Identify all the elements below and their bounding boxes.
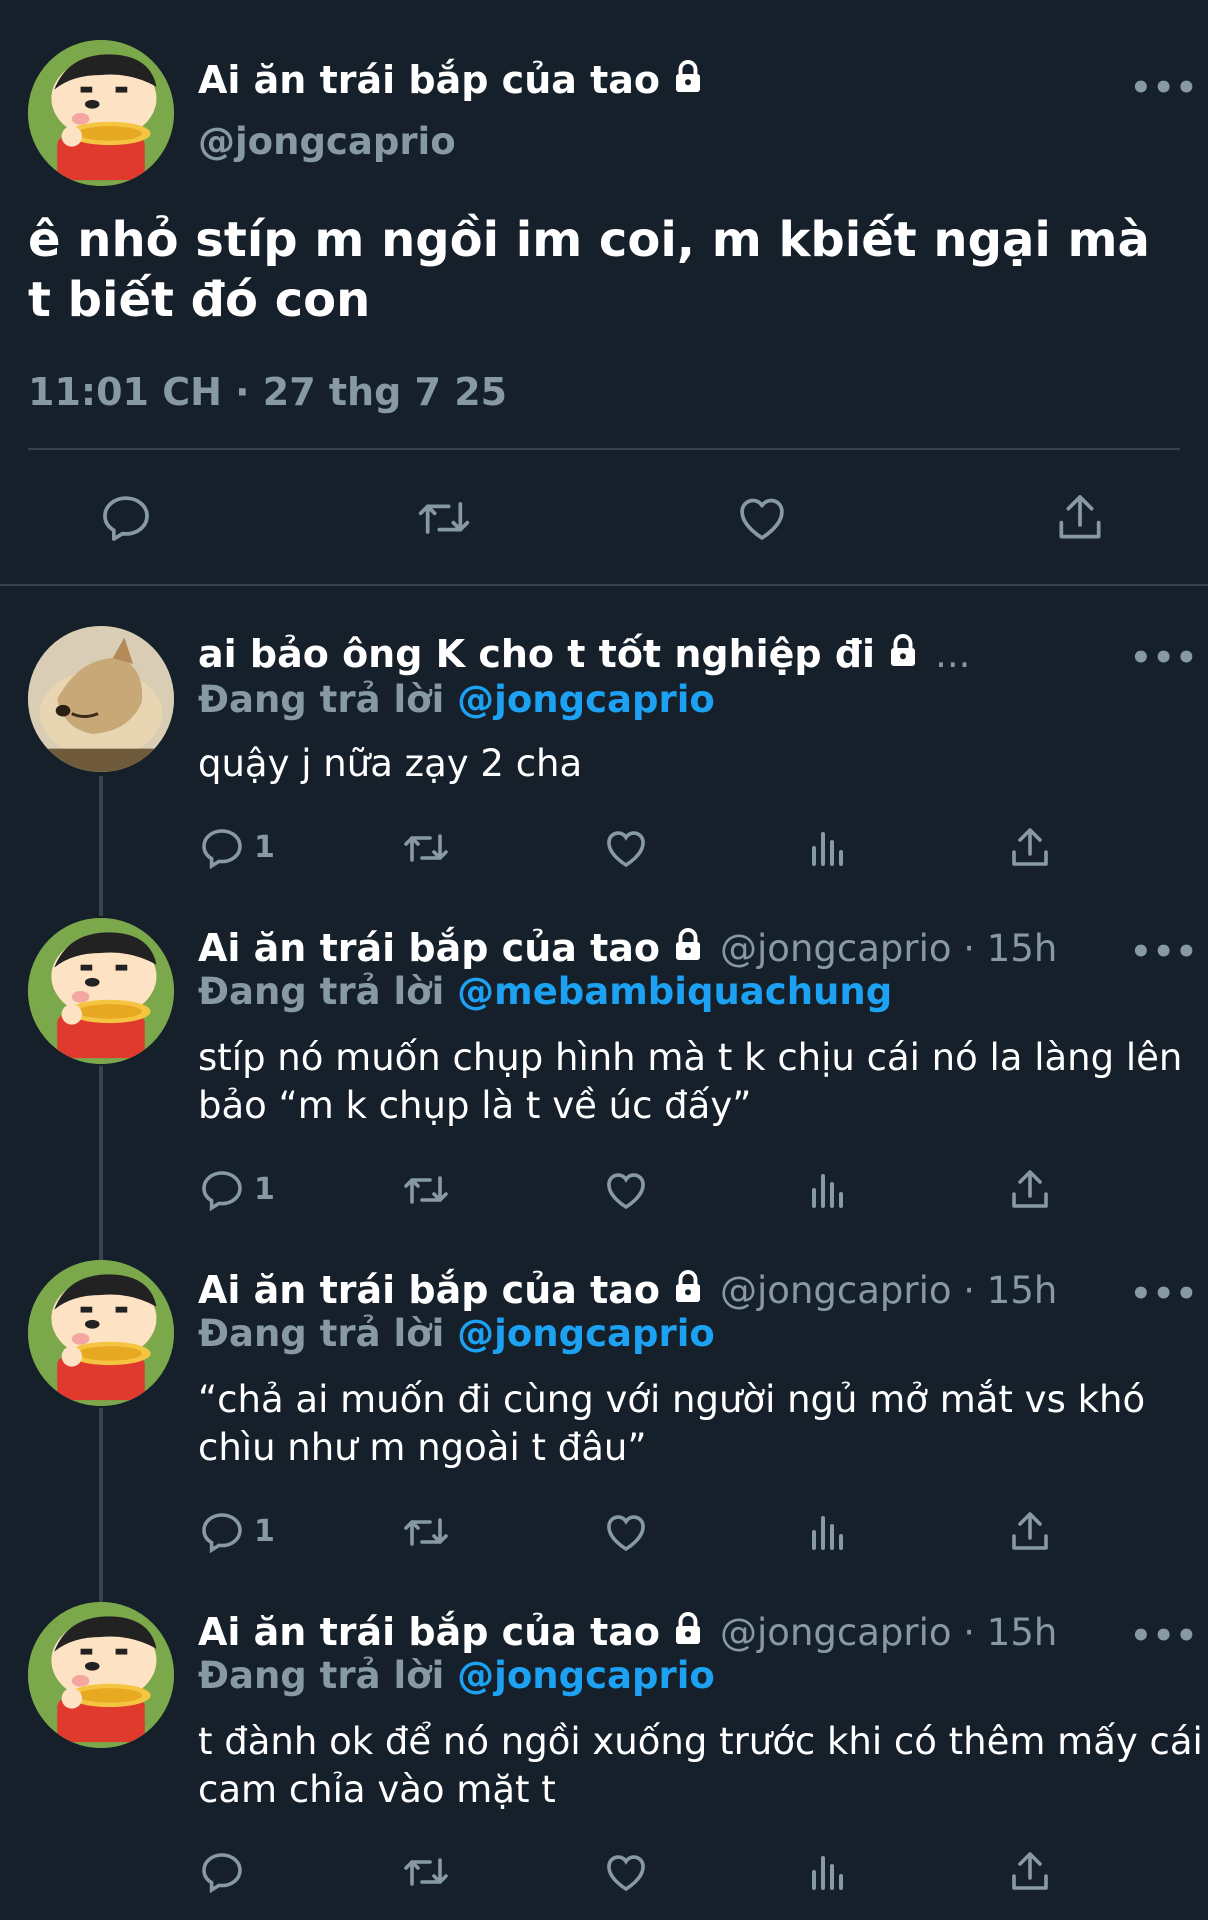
reply-author-line: Ai ăn trái bắp của tao @jongcaprio · 15h: [198, 926, 1057, 970]
main-avatar[interactable]: [28, 40, 174, 186]
reply-icon[interactable]: [198, 1848, 246, 1896]
replying-to-label: Đang trả lời: [198, 970, 445, 1013]
retweet-icon[interactable]: [400, 824, 452, 872]
reply-author-name[interactable]: Ai ăn trái bắp của tao: [198, 1268, 660, 1312]
share-icon[interactable]: [1006, 1508, 1054, 1556]
thread-line: [99, 776, 103, 916]
like-icon[interactable]: [602, 824, 650, 872]
thread-line: [99, 1066, 103, 1266]
reply-meta: @jongcaprio · 15h: [720, 927, 1058, 970]
thread-line: [99, 1408, 103, 1608]
share-icon[interactable]: [1006, 1166, 1054, 1214]
reply-author-name[interactable]: Ai ăn trái bắp của tao: [198, 1610, 660, 1654]
reply-author-name[interactable]: Ai ăn trái bắp của tao: [198, 926, 660, 970]
replying-to-mention[interactable]: @jongcaprio: [457, 678, 715, 721]
reply-icon[interactable]: [198, 1166, 246, 1214]
reply-avatar[interactable]: [28, 1260, 174, 1406]
retweet-icon[interactable]: [400, 1166, 452, 1214]
more-options-icon[interactable]: •••: [1130, 932, 1198, 972]
replying-to-mention[interactable]: @mebambiquachung: [457, 970, 892, 1013]
reply-avatar[interactable]: [28, 626, 174, 772]
main-author-handle[interactable]: @jongcaprio: [198, 120, 456, 163]
main-tweet-text: ê nhỏ stíp m ngồi im coi, m kbiết ngại m…: [28, 212, 1150, 328]
reply-author-line: Ai ăn trái bắp của tao @jongcaprio · 15h: [198, 1610, 1057, 1654]
lock-icon: [670, 1269, 706, 1309]
replying-to-mention[interactable]: @jongcaprio: [457, 1312, 715, 1355]
replying-to-label: Đang trả lời: [198, 1312, 445, 1355]
replying-to-line: Đang trả lời @jongcaprio: [198, 678, 715, 721]
more-options-icon[interactable]: •••: [1130, 1274, 1198, 1314]
reply-author-line: Ai ăn trái bắp của tao @jongcaprio · 15h: [198, 1268, 1057, 1312]
reply-count: 1: [254, 830, 275, 865]
reply-avatar[interactable]: [28, 1602, 174, 1748]
main-author-name[interactable]: Ai ăn trái bắp của tao: [198, 58, 660, 102]
more-options-icon[interactable]: •••: [1130, 68, 1198, 108]
lock-icon: [670, 927, 706, 967]
share-icon[interactable]: [1006, 1848, 1054, 1896]
replying-to-line: Đang trả lời @mebambiquachung: [198, 970, 892, 1013]
lock-icon: [670, 59, 706, 99]
divider: [28, 448, 1180, 450]
reply-author-line: ai bảo ông K cho t tốt nghiệp đi...: [198, 632, 970, 676]
shinchan-avatar-image: [28, 40, 174, 186]
lock-icon: [670, 1611, 706, 1651]
retweet-icon[interactable]: [400, 1508, 452, 1556]
share-icon[interactable]: [1052, 490, 1108, 546]
dog-avatar-image: [28, 626, 174, 772]
replying-to-mention[interactable]: @jongcaprio: [457, 1654, 715, 1697]
replying-to-label: Đang trả lời: [198, 1654, 445, 1697]
reply-icon[interactable]: [98, 490, 154, 546]
reply-icon[interactable]: [198, 824, 246, 872]
reply-text: quậy j nữa zạy 2 cha: [198, 742, 583, 785]
like-icon[interactable]: [734, 490, 790, 546]
retweet-icon[interactable]: [400, 1848, 452, 1896]
replying-to-line: Đang trả lời @jongcaprio: [198, 1312, 715, 1355]
like-icon[interactable]: [602, 1508, 650, 1556]
analytics-icon[interactable]: [804, 824, 852, 872]
main-tweet-timestamp[interactable]: 11:01 CH · 27 thg 7 25: [28, 370, 507, 414]
reply-text: t đành ok để nó ngồi xuống trước khi có …: [198, 1720, 1203, 1811]
shinchan-avatar-image: [28, 918, 174, 1064]
reply-count: 1: [254, 1172, 275, 1207]
analytics-icon[interactable]: [804, 1848, 852, 1896]
retweet-icon[interactable]: [414, 490, 474, 546]
replying-to-label: Đang trả lời: [198, 678, 445, 721]
reply-avatar[interactable]: [28, 918, 174, 1064]
section-divider: [0, 584, 1208, 586]
reply-meta: @jongcaprio · 15h: [720, 1269, 1058, 1312]
reply-icon[interactable]: [198, 1508, 246, 1556]
reply-count: 1: [254, 1514, 275, 1549]
reply-text: “chả ai muốn đi cùng với người ngủ mở mắ…: [198, 1378, 1146, 1469]
lock-icon: [885, 633, 921, 673]
reply-author-name[interactable]: ai bảo ông K cho t tốt nghiệp đi: [198, 632, 875, 676]
more-options-icon[interactable]: •••: [1130, 638, 1198, 678]
analytics-icon[interactable]: [804, 1166, 852, 1214]
shinchan-avatar-image: [28, 1260, 174, 1406]
like-icon[interactable]: [602, 1166, 650, 1214]
reply-author-ellipsis: ...: [935, 633, 971, 676]
shinchan-avatar-image: [28, 1602, 174, 1748]
reply-text: stíp nó muốn chụp hình mà t k chịu cái n…: [198, 1036, 1183, 1127]
reply-meta: @jongcaprio · 15h: [720, 1611, 1058, 1654]
main-author-line: Ai ăn trái bắp của tao: [198, 58, 706, 102]
replying-to-line: Đang trả lời @jongcaprio: [198, 1654, 715, 1697]
share-icon[interactable]: [1006, 824, 1054, 872]
like-icon[interactable]: [602, 1848, 650, 1896]
analytics-icon[interactable]: [804, 1508, 852, 1556]
more-options-icon[interactable]: •••: [1130, 1616, 1198, 1656]
